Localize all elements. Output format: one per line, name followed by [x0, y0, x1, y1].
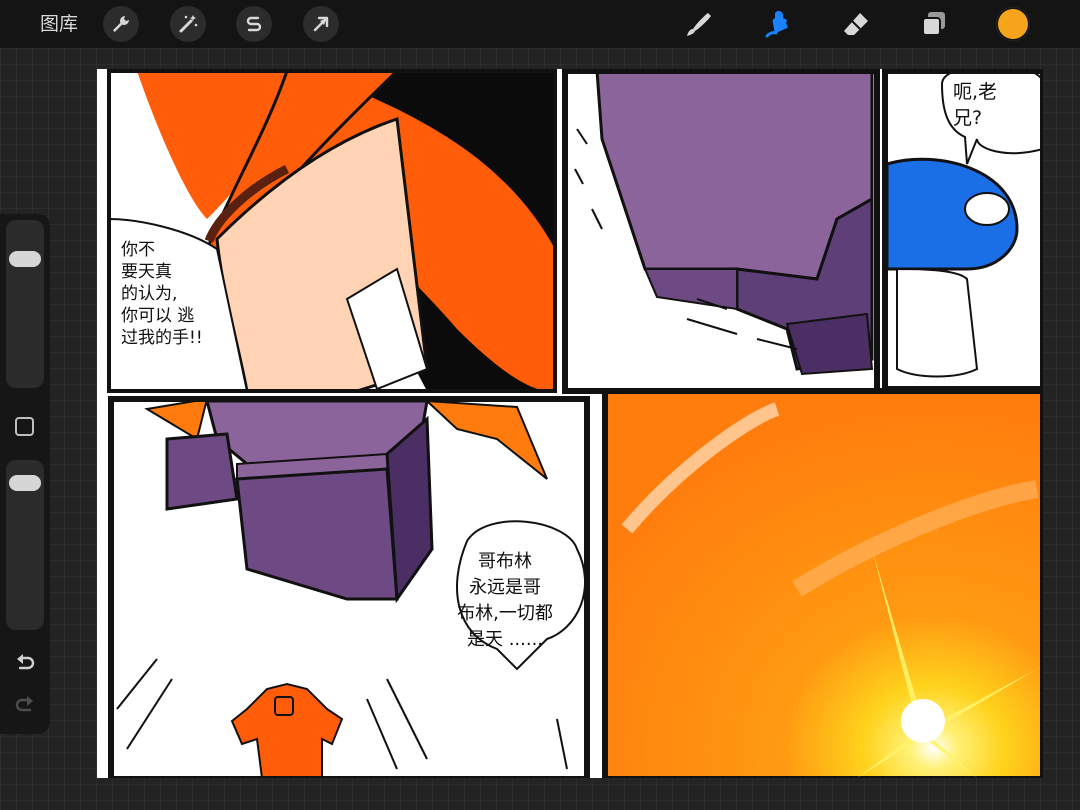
selection-icon[interactable] [236, 6, 272, 42]
brush-size-slider[interactable] [6, 220, 44, 388]
brush-size-handle[interactable] [9, 251, 41, 268]
eraser-icon[interactable] [838, 6, 874, 42]
drawing-canvas[interactable]: 你不 要天真 的认为, 你可以 逃 过我的手!! 呃,老 兄? 哥布林 永远是哥… [97, 69, 1043, 778]
smudge-icon[interactable] [760, 6, 796, 42]
sidebar [0, 214, 50, 734]
speech-bubble-panel-3: 呃,老 兄? [953, 81, 998, 129]
transform-arrow-icon[interactable] [303, 6, 339, 42]
modify-button[interactable] [15, 417, 34, 436]
color-picker-swatch[interactable] [996, 7, 1030, 41]
top-toolbar: 图库 [0, 0, 1080, 48]
wrench-icon[interactable] [103, 6, 139, 42]
opacity-slider[interactable] [6, 460, 44, 630]
panel-2 [562, 69, 880, 394]
speech-bubble-panel-1: 你不 要天真 的认为, 你可以 逃 过我的手!! [121, 240, 203, 348]
gallery-button[interactable]: 图库 [40, 12, 78, 36]
panel-5 [602, 388, 1043, 778]
undo-icon[interactable] [14, 654, 36, 678]
brush-icon[interactable] [680, 6, 716, 42]
comic-artwork [107, 69, 1043, 778]
magic-wand-icon[interactable] [170, 6, 206, 42]
speech-bubble-panel-5: 哥布林 永远是哥 布林,一切都 是天 ...... [457, 551, 553, 650]
opacity-handle[interactable] [9, 474, 41, 491]
redo-icon[interactable] [14, 696, 36, 720]
layers-icon[interactable] [916, 6, 952, 42]
